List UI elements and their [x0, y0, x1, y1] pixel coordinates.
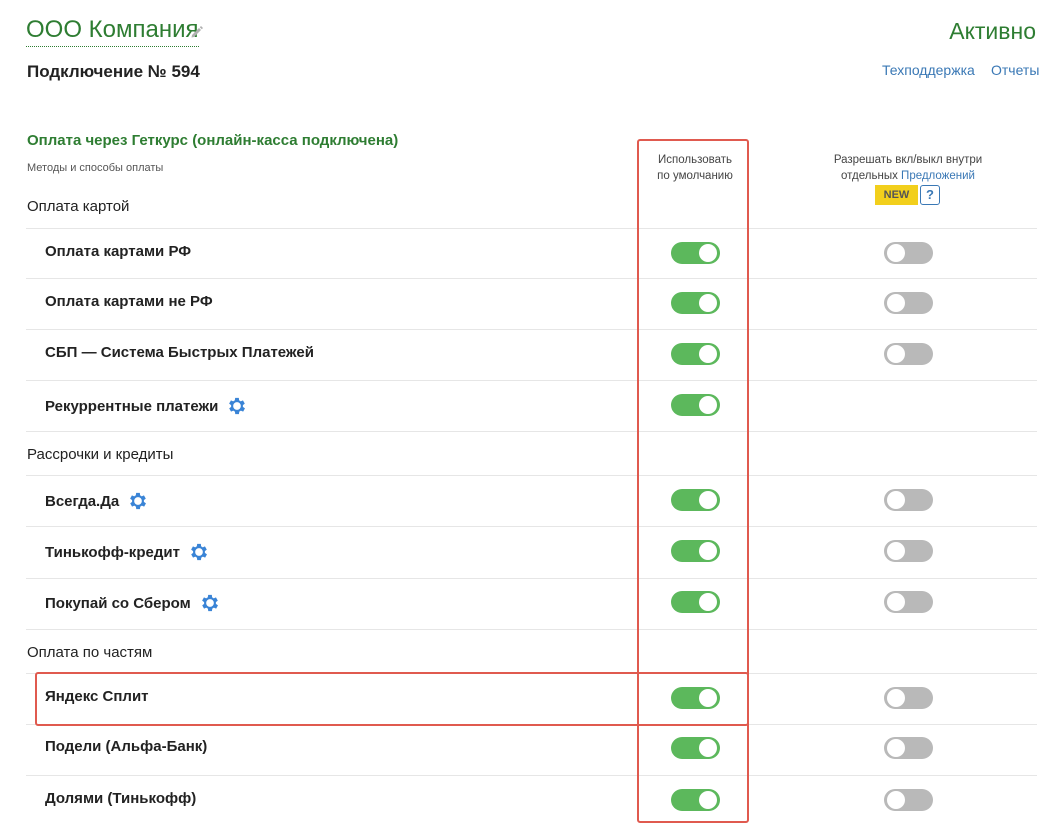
company-name[interactable]: ООО Компания: [26, 16, 199, 47]
allow-toggle[interactable]: [884, 737, 933, 759]
row-label: Рекуррентные платежи: [45, 395, 248, 417]
row-divider: [26, 431, 1037, 432]
yandex-split-highlight: [35, 672, 749, 726]
allow-toggle[interactable]: [884, 292, 933, 314]
row-label-text: Подели (Альфа-Банк): [45, 738, 208, 755]
status-label: Активно: [949, 18, 1036, 44]
section-subtitle: Методы и способы оплаты: [27, 162, 164, 174]
gear-icon[interactable]: [127, 490, 149, 512]
allow-toggle[interactable]: [884, 343, 933, 365]
new-badge: NEW: [875, 185, 918, 205]
allow-column-header-line1: Разрешать вкл/выкл внутри: [833, 154, 983, 166]
row-label-text: Оплата картами не РФ: [45, 293, 213, 310]
allow-toggle[interactable]: [884, 242, 933, 264]
toggle-knob: [887, 345, 905, 363]
allow-toggle[interactable]: [884, 789, 933, 811]
row-label: Подели (Альфа-Банк): [45, 738, 207, 755]
toggle-knob: [887, 491, 905, 509]
row-label: Тинькофф-кредит: [45, 541, 210, 563]
section-title: Оплата через Геткурс (онлайн-касса подкл…: [27, 132, 399, 149]
row-divider: [26, 380, 1037, 381]
row-label-text: СБП — Система Быстрых Платежей: [45, 344, 314, 361]
gear-icon[interactable]: [199, 592, 221, 614]
row-divider: [26, 526, 1037, 527]
row-divider: [26, 475, 1037, 476]
row-label-text: Рекуррентные платежи: [45, 397, 219, 415]
allow-toggle[interactable]: [884, 687, 933, 709]
allow-toggle[interactable]: [884, 591, 933, 613]
row-label: СБП — Система Быстрых Платежей: [45, 344, 314, 361]
row-label-text: Оплата картами РФ: [45, 243, 192, 260]
row-divider: [26, 578, 1037, 579]
gear-icon[interactable]: [226, 395, 248, 417]
toggle-knob: [887, 791, 905, 809]
row-divider: [26, 278, 1037, 279]
allow-toggle[interactable]: [884, 489, 933, 511]
toggle-knob: [887, 244, 905, 262]
support-link[interactable]: Техподдержка: [882, 62, 975, 78]
row-divider: [26, 629, 1037, 630]
row-divider: [26, 228, 1037, 229]
row-label-text: Всегда.Да: [45, 492, 120, 510]
allow-toggle[interactable]: [884, 540, 933, 562]
allow-column-header: Разрешать вкл/выкл внутри отдельных Пред…: [808, 152, 1008, 184]
group-cards: Оплата картой: [27, 198, 130, 215]
group-credit: Рассрочки и кредиты: [27, 446, 174, 463]
pencil-icon[interactable]: [190, 25, 204, 39]
allow-column-header-prefix: отдельных: [841, 170, 898, 182]
row-label: Долями (Тинькофф): [45, 790, 196, 807]
row-divider: [26, 329, 1037, 330]
row-label: Оплата картами РФ: [45, 243, 191, 260]
row-label-text: Долями (Тинькофф): [45, 790, 197, 807]
toggle-knob: [887, 739, 905, 757]
help-button[interactable]: ?: [920, 185, 940, 205]
row-label: Покупай со Сбером: [45, 592, 221, 614]
toggle-knob: [887, 593, 905, 611]
toggle-knob: [887, 542, 905, 560]
row-label: Оплата картами не РФ: [45, 293, 213, 310]
row-label: Всегда.Да: [45, 490, 149, 512]
gear-icon[interactable]: [188, 541, 210, 563]
toggle-knob: [887, 689, 905, 707]
reports-link[interactable]: Отчеты: [991, 62, 1039, 78]
row-label-text: Тинькофф-кредит: [45, 543, 180, 561]
offers-link[interactable]: Предложений: [901, 170, 975, 182]
group-parts: Оплата по частям: [27, 644, 153, 661]
connection-title: Подключение № 594: [27, 62, 200, 81]
row-label-text: Покупай со Сбером: [45, 594, 191, 612]
toggle-knob: [887, 294, 905, 312]
row-divider: [26, 775, 1037, 776]
